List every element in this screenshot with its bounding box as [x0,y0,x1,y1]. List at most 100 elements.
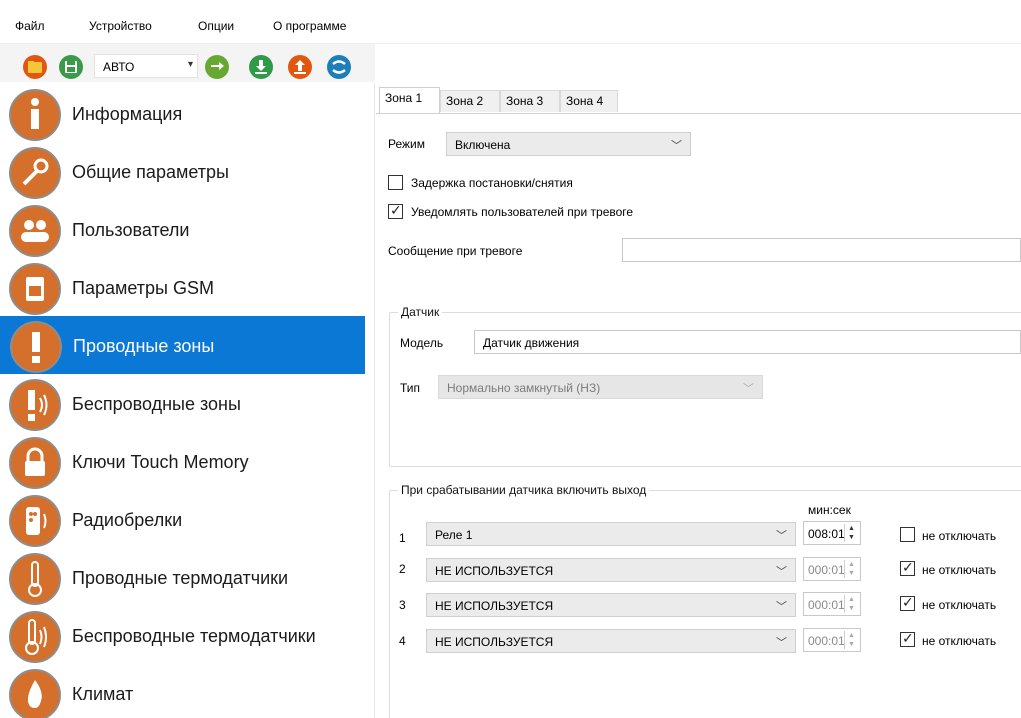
no-off-label: не отключать [922,529,997,543]
no-off-checkbox[interactable]: ✓ [900,630,915,647]
output-time-stepper[interactable]: 000:01 ▲ ▼ [803,628,861,652]
output-time-stepper[interactable]: 000:01 ▲ ▼ [803,557,861,581]
sidebar-item-label: Беспроводные зоны [72,394,241,414]
stepper-arrows[interactable]: ▲ ▼ [844,560,858,578]
info-icon [8,88,62,142]
type-combo[interactable]: Нормально замкнутый (НЗ) ﹀ [438,375,763,399]
checkmark-icon: ✓ [390,202,402,218]
chevron-down-icon: ﹀ [743,383,754,395]
stepper-arrows[interactable]: ▲ ▼ [844,595,858,613]
output-row-number: 1 [399,531,406,545]
checkmark-icon: ✓ [902,630,914,646]
alarm-message-input[interactable] [622,238,1021,262]
delay-checkbox[interactable] [388,175,403,190]
chevron-down-icon: ﹀ [776,530,787,542]
dropdown-arrow-icon: ▾ [187,59,193,70]
model-label: Модель [400,336,444,350]
no-off-label: не отключать [922,563,997,577]
output-relay-combo[interactable]: Реле 1 ﹀ [426,522,796,546]
menu-bar: Файл Устройство Опции О программе [0,0,1021,44]
no-off-checkbox[interactable] [900,527,915,542]
no-off-checkbox[interactable]: ✓ [900,594,915,611]
no-off-label: не отключать [922,634,997,648]
lock-icon [8,436,62,490]
output-time-stepper[interactable]: 008:01 ▲ ▼ [803,521,861,545]
flame-icon [8,668,62,718]
sidebar-item-wired-thermo[interactable]: Проводные термодатчики [0,548,365,606]
arrow-up-icon: ▲ [848,525,855,532]
sidebar-item-gsm[interactable]: Параметры GSM [0,258,365,316]
output-relay-value: НЕ ИСПОЛЬЗУЕТСЯ [435,599,554,613]
stepper-arrows[interactable]: ▲ ▼ [844,631,858,649]
type-combo-value: Нормально замкнутый (НЗ) [447,381,601,395]
delay-label: Задержка постановки/снятия [411,176,573,190]
mode-combo-value: Включена [455,138,511,152]
users-icon [8,204,62,258]
tab-zone-2[interactable]: Зона 2 [440,90,500,112]
sidebar-item-keyfobs[interactable]: Радиобрелки [0,490,365,548]
arrow-up-icon: ▲ [848,596,855,603]
download-icon[interactable] [248,54,274,80]
no-off-label: не отключать [922,598,997,612]
notify-checkbox[interactable]: ✓ [388,202,403,219]
output-relay-combo[interactable]: НЕ ИСПОЛЬЗУЕТСЯ ﹀ [426,558,796,582]
alarm-message-label: Сообщение при тревоге [388,244,523,258]
output-time-stepper[interactable]: 000:01 ▲ ▼ [803,592,861,616]
sidebar-item-wireless-zones[interactable]: Беспроводные зоны [0,374,365,432]
zone-panel: Зона 1 Зона 2 Зона 3 Зона 4 Режим Включе… [376,84,1021,718]
sidebar-item-label: Беспроводные термодатчики [72,626,316,646]
sidebar-item-general[interactable]: Общие параметры [0,142,365,200]
checkmark-icon: ✓ [902,559,914,575]
mode-combo[interactable]: Включена ﹀ [446,132,691,156]
upload-icon[interactable] [287,54,313,80]
sidebar-item-label: Радиобрелки [72,510,183,530]
no-off-checkbox[interactable]: ✓ [900,559,915,576]
output-time-value: 008:01 [808,527,845,541]
output-row-number: 3 [399,598,406,612]
sidebar-item-info[interactable]: Информация [0,84,365,142]
mode-label: Режим [388,137,425,151]
sidebar-item-label: Пользователи [72,220,190,240]
stepper-arrows[interactable]: ▲ ▼ [844,524,858,542]
sidebar-item-label: Общие параметры [72,162,229,182]
sidebar: Информация Общие параметры Пользователи … [0,84,375,718]
tab-zone-3[interactable]: Зона 3 [500,90,560,112]
arrow-up-icon: ▲ [848,632,855,639]
model-input[interactable]: Датчик движения [474,330,1021,354]
refresh-icon[interactable] [204,54,230,80]
connect-icon[interactable] [326,54,352,80]
save-icon[interactable] [58,54,84,80]
output-relay-value: НЕ ИСПОЛЬЗУЕТСЯ [435,564,554,578]
menu-options[interactable]: Опции [198,19,234,33]
sidebar-item-label: Климат [72,684,134,704]
menu-about[interactable]: О программе [273,19,346,33]
time-header: мин:сек [808,503,851,517]
sidebar-item-users[interactable]: Пользователи [0,200,365,258]
sidebar-item-label: Информация [72,104,183,124]
arrow-down-icon: ▼ [848,605,855,612]
sidebar-item-climate[interactable]: Климат [0,664,365,718]
wireless-thermometer-icon [8,610,62,664]
sidebar-item-wired-zones[interactable]: Проводные зоны [0,316,365,374]
output-relay-combo[interactable]: НЕ ИСПОЛЬЗУЕТСЯ ﹀ [426,629,796,653]
output-relay-value: НЕ ИСПОЛЬЗУЕТСЯ [435,635,554,649]
keyfob-icon [8,494,62,548]
sidebar-item-label: Проводные зоны [73,336,215,356]
mode-select-value: АВТО [103,60,135,74]
menu-device[interactable]: Устройство [89,19,152,33]
checkmark-icon: ✓ [902,594,914,610]
menu-file[interactable]: Файл [15,19,45,33]
sidebar-item-wireless-thermo[interactable]: Беспроводные термодатчики [0,606,365,664]
tab-zone-4[interactable]: Зона 4 [560,90,618,112]
arrow-down-icon: ▼ [848,641,855,648]
sidebar-item-touch-memory[interactable]: Ключи Touch Memory [0,432,365,490]
tab-zone-1[interactable]: Зона 1 [379,87,440,114]
sidebar-item-label: Ключи Touch Memory [72,452,249,472]
mode-select[interactable]: АВТО ▾ [94,54,198,78]
open-folder-icon[interactable] [22,54,48,80]
output-time-value: 000:01 [808,598,845,612]
sidebar-item-label: Параметры GSM [72,278,214,298]
output-relay-combo[interactable]: НЕ ИСПОЛЬЗУЕТСЯ ﹀ [426,593,796,617]
type-label: Тип [400,381,421,395]
output-relay-value: Реле 1 [435,528,473,542]
